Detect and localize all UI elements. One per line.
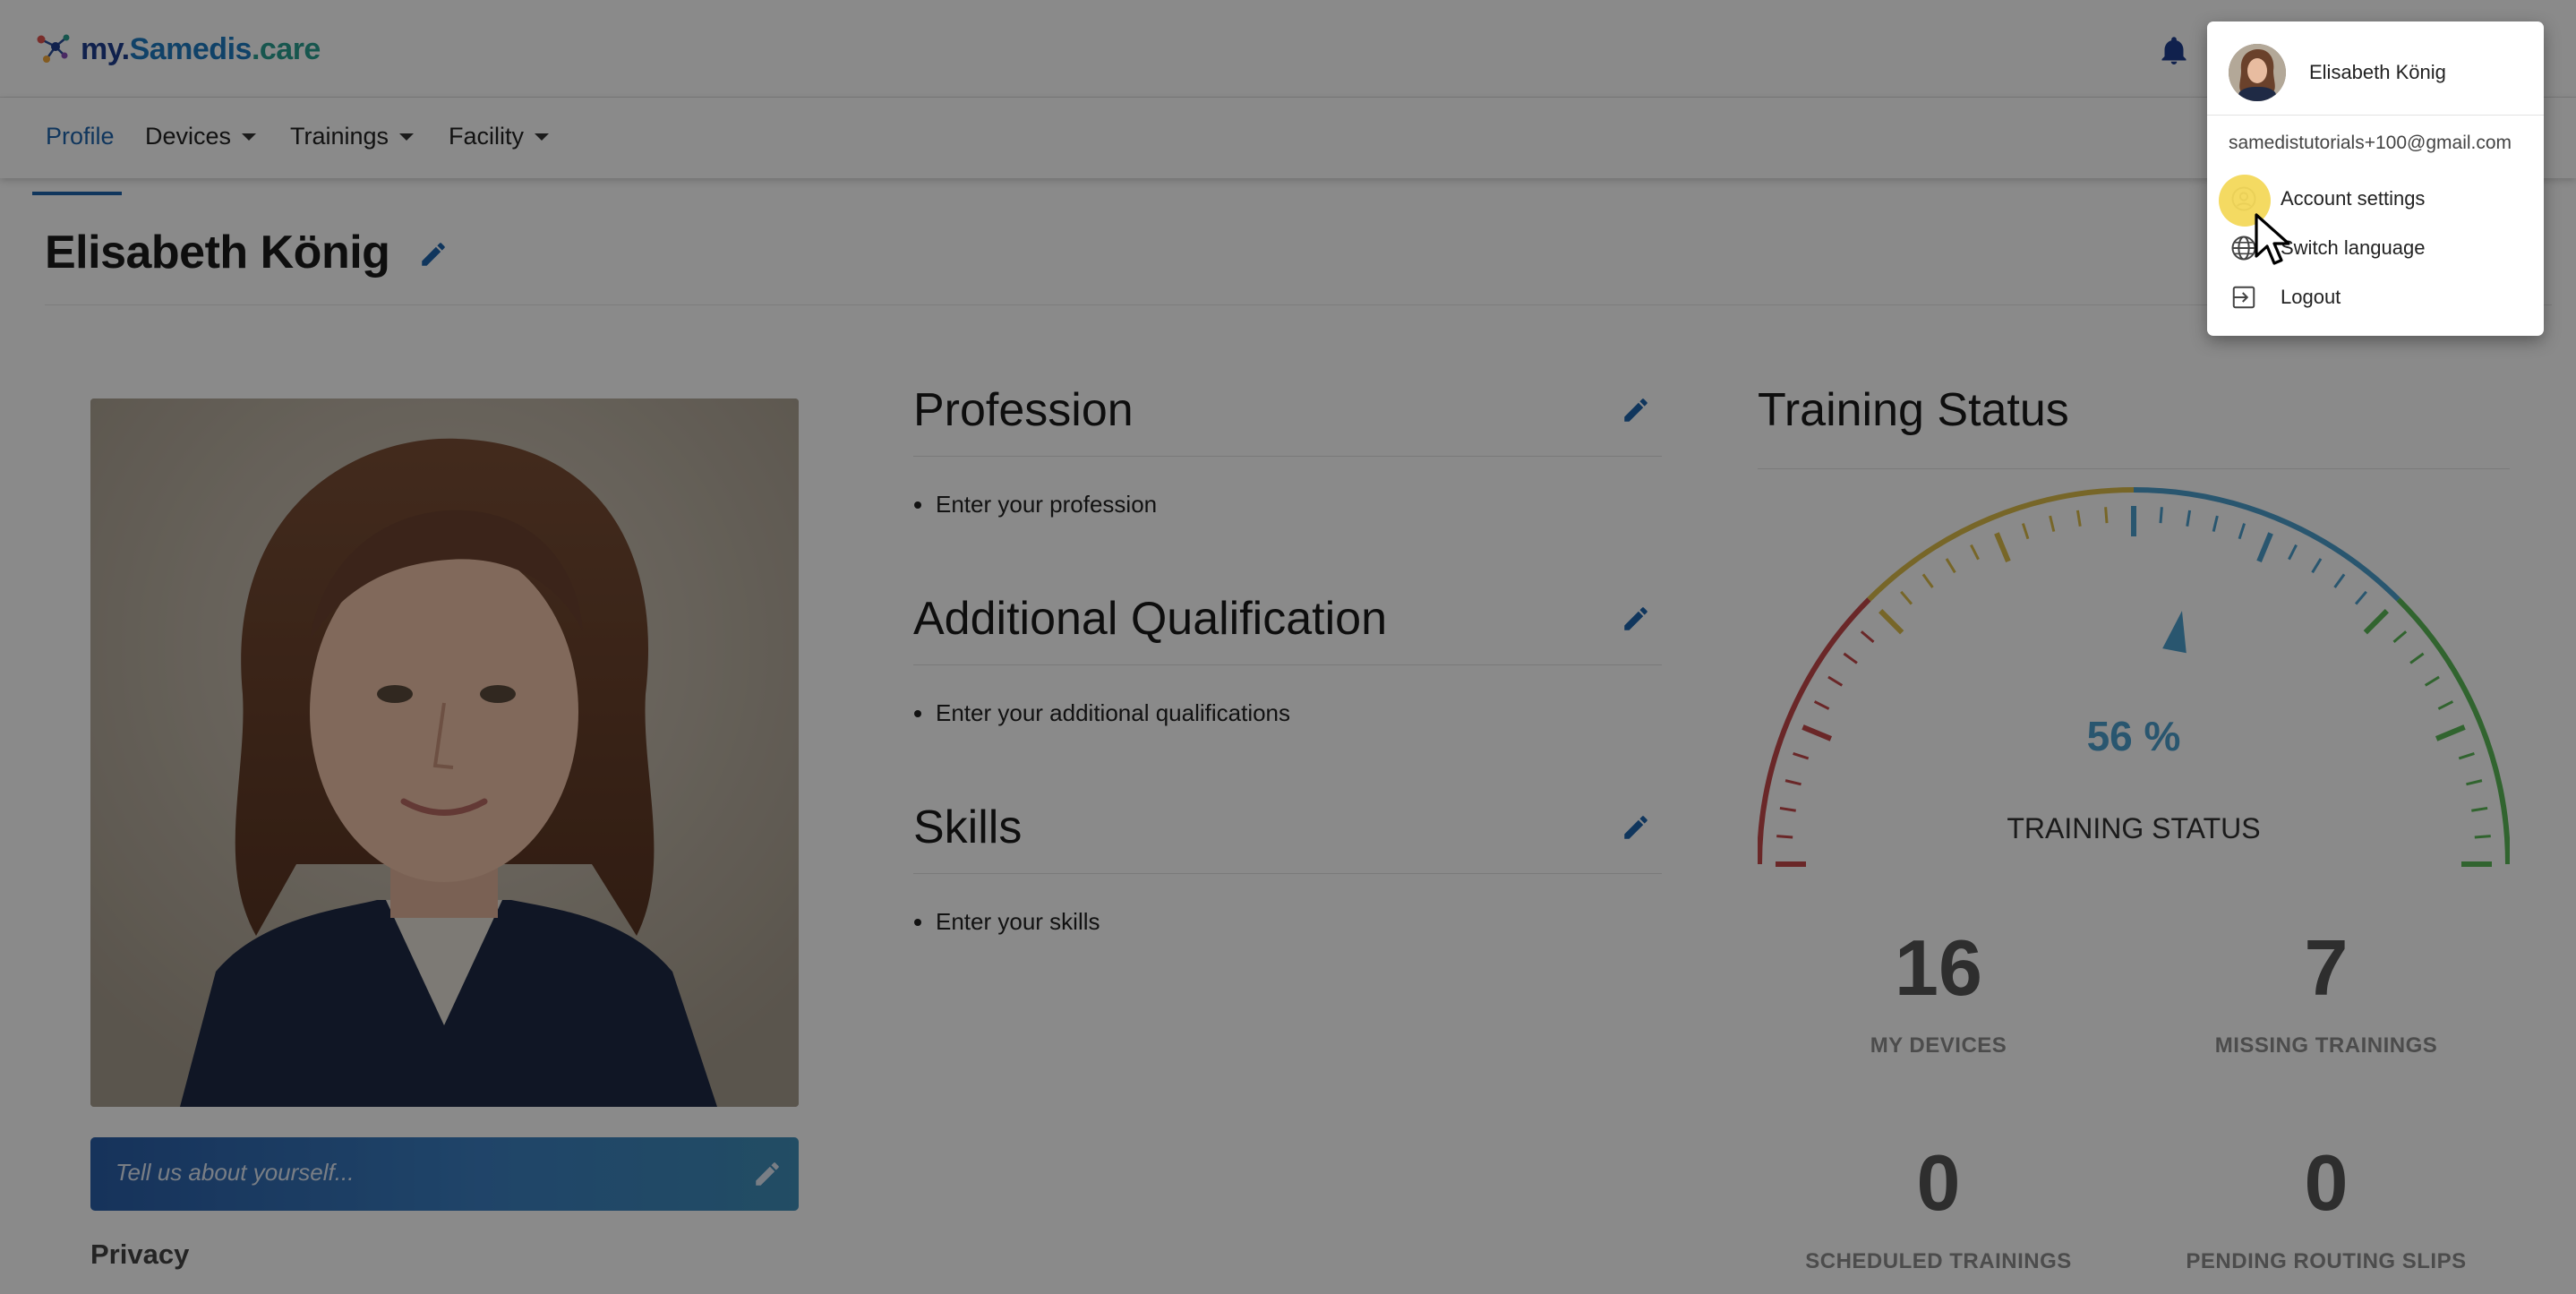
globe-icon — [2231, 236, 2256, 261]
logout-icon — [2232, 286, 2255, 309]
mouse-cursor-icon — [2255, 213, 2290, 265]
menu-item-logout[interactable]: Logout — [2207, 273, 2544, 320]
menu-item-label: Logout — [2281, 286, 2341, 308]
avatar — [2229, 44, 2286, 101]
menu-item-label: Switch language — [2281, 236, 2426, 259]
menu-user-name: Elisabeth König — [2309, 61, 2446, 83]
menu-item-label: Account settings — [2281, 187, 2426, 210]
menu-backdrop[interactable] — [0, 0, 2576, 1294]
divider — [2207, 115, 2544, 116]
menu-user-email: samedistutorials+100@gmail.com — [2229, 133, 2512, 153]
